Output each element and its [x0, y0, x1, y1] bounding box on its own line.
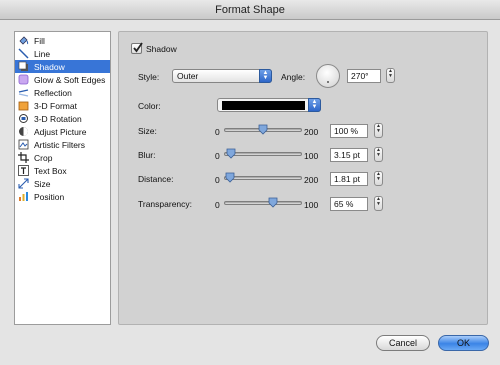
sidebar-item-reflection[interactable]: Reflection — [15, 86, 110, 99]
distance-max: 200 — [304, 175, 319, 185]
transparency-label: Transparency: — [138, 199, 193, 209]
angle-dial[interactable] — [316, 64, 340, 88]
sidebar-item-3d-format[interactable]: 3-D Format — [15, 99, 110, 112]
blur-label: Blur: — [138, 150, 156, 160]
angle-label: Angle: — [281, 72, 306, 82]
shadow-icon — [17, 61, 29, 72]
sidebar-item-label: Line — [34, 48, 51, 59]
style-label: Style: — [138, 72, 160, 82]
sidebar-item-size[interactable]: Size — [15, 177, 110, 190]
sidebar-item-label: Fill — [34, 35, 45, 46]
distance-slider-track[interactable] — [224, 176, 302, 180]
sidebar-item-label: Size — [34, 178, 51, 189]
sidebar-item-label: Artistic Filters — [34, 139, 85, 150]
sidebar-item-label: Glow & Soft Edges — [34, 74, 106, 85]
shadow-checkbox-label: Shadow — [146, 44, 177, 54]
distance-field[interactable]: 1.81 pt — [330, 172, 368, 186]
color-swatch — [222, 101, 305, 110]
sidebar-item-label: 3-D Rotation — [34, 113, 82, 124]
sidebar-item-crop[interactable]: Crop — [15, 151, 110, 164]
select-arrows-icon: ▲ ▼ — [259, 69, 272, 83]
line-icon — [17, 48, 29, 59]
angle-field[interactable]: 270° — [347, 69, 381, 83]
transparency-slider-thumb[interactable] — [268, 197, 278, 208]
transparency-slider-track[interactable] — [224, 201, 302, 205]
sidebar-item-shadow[interactable]: Shadow — [15, 60, 110, 73]
angle-stepper[interactable]: ▲ ▼ — [386, 68, 395, 83]
sidebar-item-fill[interactable]: Fill — [15, 34, 110, 47]
sidebar-item-label: Shadow — [34, 61, 65, 72]
sidebar-item-line[interactable]: Line — [15, 47, 110, 60]
transparency-field[interactable]: 65 % — [330, 197, 368, 211]
sidebar-item-label: Position — [34, 191, 65, 202]
sidebar-item-label: Text Box — [34, 165, 67, 176]
select-arrows-icon: ▲ ▼ — [308, 98, 321, 112]
distance-min: 0 — [215, 175, 220, 185]
position-icon — [17, 191, 29, 202]
transparency-min: 0 — [215, 200, 220, 210]
sidebar-item-adjust-picture[interactable]: Adjust Picture — [15, 125, 110, 138]
sidebar-item-glow[interactable]: Glow & Soft Edges — [15, 73, 110, 86]
size-stepper[interactable]: ▲ ▼ — [374, 123, 383, 138]
window-title: Format Shape — [0, 0, 500, 20]
ok-button[interactable]: OK — [438, 335, 489, 351]
text-box-icon — [17, 165, 29, 176]
sidebar-item-label: Crop — [34, 152, 53, 163]
style-select[interactable]: Outer ▲ ▼ — [172, 69, 272, 83]
3d-format-icon — [17, 100, 29, 111]
size-slider-thumb[interactable] — [258, 124, 268, 135]
sidebar-item-position[interactable]: Position — [15, 190, 110, 203]
blur-field[interactable]: 3.15 pt — [330, 148, 368, 162]
transparency-stepper[interactable]: ▲ ▼ — [374, 196, 383, 211]
size-min: 0 — [215, 127, 220, 137]
category-list: Fill Line Shadow Glow & Soft Edges Refle… — [14, 31, 111, 325]
dial-indicator — [327, 81, 329, 83]
glow-icon — [17, 74, 29, 85]
blur-min: 0 — [215, 151, 220, 161]
crop-icon — [17, 152, 29, 163]
transparency-max: 100 — [304, 200, 319, 210]
fill-bucket-icon — [17, 35, 29, 46]
sidebar-item-label: Reflection — [34, 87, 72, 98]
checkmark-icon — [133, 42, 143, 53]
color-label: Color: — [138, 101, 161, 111]
3d-rotation-icon — [17, 113, 29, 124]
style-select-value: Outer — [177, 71, 199, 81]
cancel-button[interactable]: Cancel — [376, 335, 430, 351]
size-label: Size: — [138, 126, 157, 136]
sidebar-item-text-box[interactable]: Text Box — [15, 164, 110, 177]
size-max: 200 — [304, 127, 319, 137]
sidebar-item-artistic-filters[interactable]: Artistic Filters — [15, 138, 110, 151]
color-picker[interactable]: ▲ ▼ — [217, 98, 321, 112]
adjust-picture-icon — [17, 126, 29, 137]
blur-slider-thumb[interactable] — [226, 148, 236, 159]
blur-stepper[interactable]: ▲ ▼ — [374, 147, 383, 162]
sidebar-item-3d-rotation[interactable]: 3-D Rotation — [15, 112, 110, 125]
distance-label: Distance: — [138, 174, 174, 184]
reflection-icon — [17, 87, 29, 98]
distance-stepper[interactable]: ▲ ▼ — [374, 171, 383, 186]
blur-max: 100 — [304, 151, 319, 161]
distance-slider-thumb[interactable] — [225, 172, 235, 183]
artistic-filters-icon — [17, 139, 29, 150]
sidebar-item-label: Adjust Picture — [34, 126, 87, 137]
sidebar-item-label: 3-D Format — [34, 100, 77, 111]
size-field[interactable]: 100 % — [330, 124, 368, 138]
size-icon — [17, 178, 29, 189]
shadow-checkbox[interactable] — [131, 42, 143, 54]
